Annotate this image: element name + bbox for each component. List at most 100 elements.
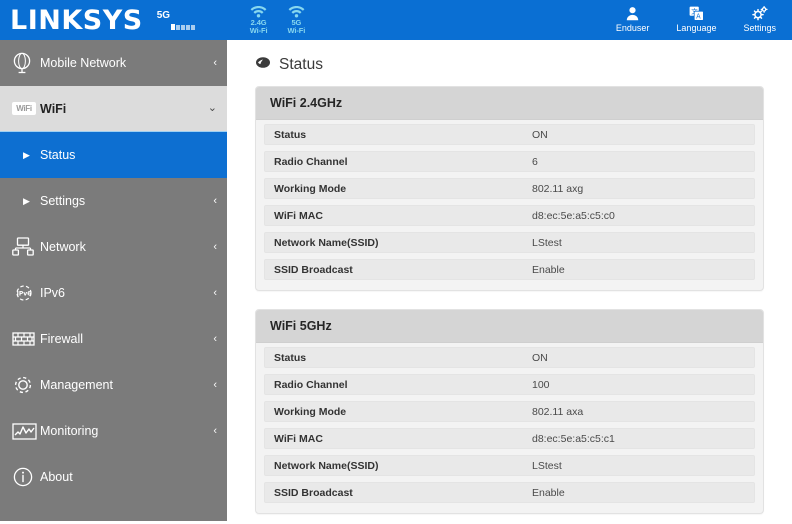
row-label: SSID Broadcast — [274, 486, 353, 499]
sidebar-item-ipv6[interactable]: IPv6 IPv6 ‹ — [0, 270, 227, 316]
sidebar-item-label: IPv6 — [40, 286, 66, 300]
chevron-left-icon: ‹ — [213, 424, 217, 437]
sidebar-item-mobile-network[interactable]: Mobile Network ‹ — [0, 40, 227, 86]
row-value: LStest — [532, 236, 562, 249]
mobile-network-type-label: 5G — [156, 10, 171, 21]
wifi-badge-text: WiFi — [12, 102, 36, 115]
row-label: Status — [274, 128, 307, 141]
sidebar-item-label: Firewall — [40, 332, 84, 346]
settings-button[interactable]: Settings — [743, 6, 776, 34]
chevron-left-icon: ‹ — [213, 378, 217, 391]
chevron-left-icon: ‹ — [213, 240, 217, 253]
main-content: Status WiFi 2.4GHz Status ON Radio Chann… — [227, 40, 792, 524]
wifi-5g-indicator: 5G Wi-Fi — [287, 5, 305, 36]
row-label: Status — [274, 351, 307, 364]
sidebar-item-label: Management — [40, 378, 113, 392]
sidebar-item-label: Mobile Network — [40, 56, 127, 70]
svg-text:IPv6: IPv6 — [17, 291, 32, 298]
sidebar-nav: Mobile Network ‹ WiFi WiFi ⌄ ▶ Status ▶ … — [0, 40, 227, 521]
page-title-text: Status — [279, 56, 323, 73]
chart-icon — [12, 422, 40, 441]
info-icon — [12, 466, 40, 488]
sidebar-item-label: Network — [40, 240, 86, 254]
sidebar-subitem-settings[interactable]: ▶ Settings ‹ — [0, 178, 227, 224]
sidebar-item-label: About — [40, 470, 73, 484]
row-value: 802.11 axa — [532, 405, 584, 418]
sidebar-item-management[interactable]: Management ‹ — [0, 362, 227, 408]
row-label: Radio Channel — [274, 378, 348, 391]
row-label: WiFi MAC — [274, 209, 323, 222]
row-label: Network Name(SSID) — [274, 459, 379, 472]
leaf-icon — [255, 56, 271, 74]
row-value: d8:ec:5e:a5:c5:c0 — [532, 209, 615, 222]
language-button[interactable]: 文 A Language — [676, 6, 716, 34]
table-row: Radio Channel 100 — [264, 374, 755, 395]
chevron-left-icon: ‹ — [213, 286, 217, 299]
page-title: Status — [255, 56, 764, 74]
gear-icon — [751, 6, 768, 23]
bullet-icon: ▶ — [23, 195, 30, 206]
enduser-button[interactable]: Enduser — [615, 6, 650, 34]
wifi-icon — [250, 5, 267, 19]
sidebar-subitem-status[interactable]: ▶ Status — [0, 132, 227, 178]
sidebar-item-label: Monitoring — [40, 424, 99, 438]
panel-wifi-5ghz: WiFi 5GHz Status ON Radio Channel 100 Wo… — [255, 309, 764, 514]
row-value: d8:ec:5e:a5:c5:c1 — [532, 432, 615, 445]
table-row: SSID Broadcast Enable — [264, 259, 755, 280]
row-value: ON — [532, 128, 548, 141]
globe-icon — [12, 52, 40, 74]
sidebar-item-label: WiFi — [40, 101, 67, 116]
header-actions: Enduser 文 A Language — [616, 6, 776, 34]
wifi-24g-label-line2: Wi-Fi — [249, 26, 268, 35]
panel-heading: WiFi 2.4GHz — [256, 87, 763, 120]
table-row: Status ON — [264, 124, 755, 145]
top-header-bar: LINKSYS 5G 2.4G Wi-Fi 5G Wi-Fi Enduser A… — [0, 0, 792, 40]
sidebar-item-wifi[interactable]: WiFi WiFi ⌄ — [0, 86, 227, 132]
chevron-left-icon: ‹ — [213, 195, 217, 207]
sidebar-item-firewall[interactable]: Firewall ‹ — [0, 316, 227, 362]
table-row: Network Name(SSID) LStest — [264, 232, 755, 253]
network-icon — [12, 237, 40, 257]
row-label: SSID Broadcast — [274, 263, 353, 276]
language-icon: 文 A — [689, 6, 704, 23]
row-value: 802.11 axg — [532, 182, 584, 195]
table-row: Network Name(SSID) LStest — [264, 455, 755, 476]
row-label: Network Name(SSID) — [274, 236, 379, 249]
wifi-24g-indicator: 2.4G Wi-Fi — [250, 5, 268, 36]
settings-label: Settings — [743, 23, 776, 33]
signal-strength-icon — [170, 23, 195, 30]
row-label: WiFi MAC — [274, 432, 323, 445]
row-value: Enable — [532, 263, 565, 276]
firewall-icon — [12, 330, 40, 348]
sidebar-item-monitoring[interactable]: Monitoring ‹ — [0, 408, 227, 454]
table-row: Working Mode 802.11 axa — [264, 401, 755, 422]
row-label: Working Mode — [274, 182, 347, 195]
row-label: Working Mode — [274, 405, 347, 418]
row-value: 6 — [532, 155, 538, 168]
row-value: ON — [532, 351, 548, 364]
table-row: Working Mode 802.11 axg — [264, 178, 755, 199]
bullet-icon: ▶ — [23, 149, 30, 160]
table-row: WiFi MAC d8:ec:5e:a5:c5:c0 — [264, 205, 755, 226]
wifi-5g-label-line2: Wi-Fi — [287, 26, 306, 35]
chevron-left-icon: ‹ — [213, 332, 217, 345]
row-label: Radio Channel — [274, 155, 348, 168]
user-icon — [625, 6, 640, 23]
wifi-icon — [288, 5, 305, 19]
svg-text:A: A — [696, 12, 701, 20]
row-value: Enable — [532, 486, 565, 499]
ipv6-icon: IPv6 — [12, 283, 40, 303]
sidebar-subitem-label: Status — [40, 148, 76, 162]
router-admin-page: LINKSYS 5G 2.4G Wi-Fi 5G Wi-Fi Enduser A… — [0, 0, 792, 524]
wifi-badge-icon: WiFi — [12, 102, 40, 115]
linksys-logo: LINKSYS — [10, 4, 143, 36]
sidebar-item-network[interactable]: Network ‹ — [0, 224, 227, 270]
table-row: Status ON — [264, 347, 755, 368]
table-row: SSID Broadcast Enable — [264, 482, 755, 503]
row-value: LStest — [532, 459, 562, 472]
enduser-label: Enduser — [615, 23, 650, 33]
table-row: WiFi MAC d8:ec:5e:a5:c5:c1 — [264, 428, 755, 449]
sidebar-item-about[interactable]: About — [0, 454, 227, 500]
row-value: 100 — [532, 378, 550, 391]
chevron-left-icon: ‹ — [213, 56, 217, 69]
